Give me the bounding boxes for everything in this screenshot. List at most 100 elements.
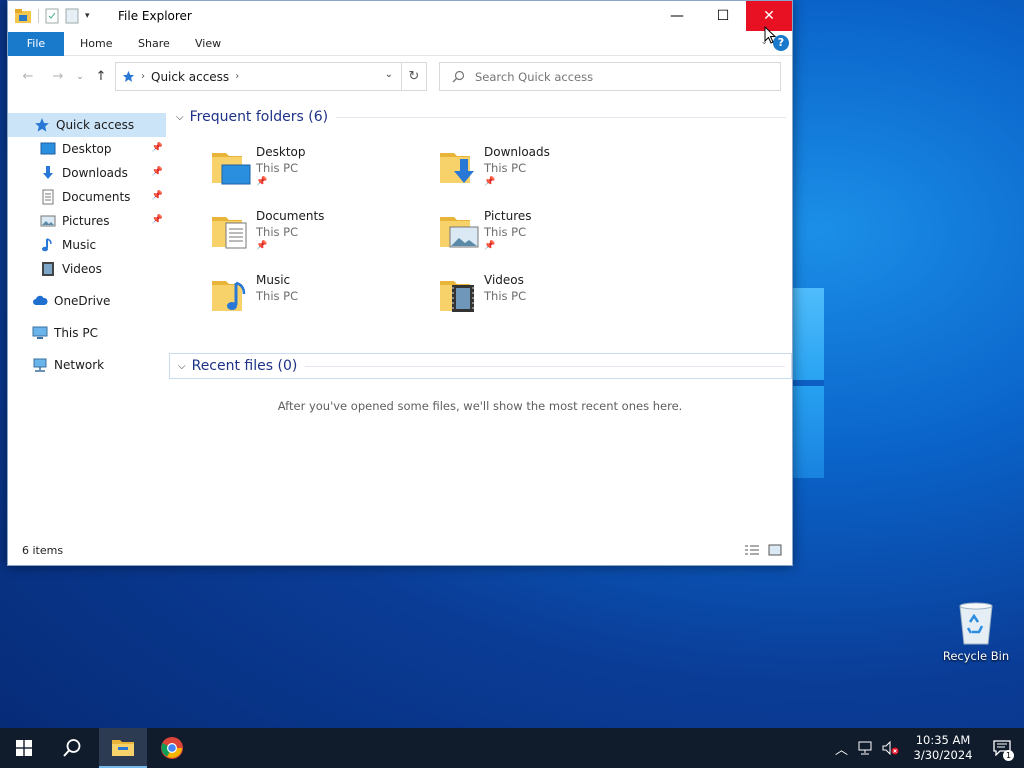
sidebar-item-this-pc[interactable]: This PC — [8, 321, 166, 345]
folder-tile-documents[interactable]: Documents This PC 📌 — [210, 209, 430, 265]
window-title: File Explorer — [118, 9, 192, 23]
sidebar-item-desktop[interactable]: Desktop 📌 — [8, 137, 166, 161]
action-center-button[interactable]: 1 — [980, 728, 1024, 768]
forward-button[interactable]: → — [48, 67, 68, 87]
folder-name: Videos — [484, 273, 524, 287]
sidebar-item-network[interactable]: Network — [8, 353, 166, 377]
maximize-button[interactable]: ☐ — [700, 1, 746, 31]
cloud-icon — [33, 295, 48, 305]
content-pane: ⌵ Frequent folders (6) Desktop This PC 📌… — [168, 101, 792, 413]
folder-tile-pictures[interactable]: Pictures This PC 📌 — [438, 209, 658, 265]
sidebar-item-music[interactable]: Music — [8, 233, 166, 257]
new-folder-icon[interactable] — [65, 8, 79, 24]
navigation-bar: ← → ⌄ ↑ › Quick access › ⌄ ↻ — [8, 61, 792, 93]
customize-qat-chevron-icon[interactable]: ▾ — [85, 11, 90, 21]
folder-tile-downloads[interactable]: Downloads This PC 📌 — [438, 145, 658, 201]
folder-tile-videos[interactable]: Videos This PC — [438, 273, 658, 329]
address-bar[interactable]: › Quick access › ⌄ — [115, 62, 402, 91]
taskbar-file-explorer[interactable] — [99, 728, 147, 768]
taskbar-search-button[interactable] — [48, 728, 96, 768]
pin-icon[interactable]: 📌 — [152, 167, 163, 177]
pin-icon[interactable]: 📌 — [152, 215, 163, 225]
start-button[interactable] — [0, 728, 48, 768]
folder-name: Desktop — [256, 145, 306, 159]
breadcrumb-separator-icon[interactable]: › — [141, 71, 145, 82]
music-folder-icon — [212, 281, 246, 311]
recycle-bin-label: Recycle Bin — [942, 649, 1010, 663]
details-view-icon[interactable] — [744, 544, 760, 556]
star-icon — [35, 118, 49, 132]
recycle-bin-icon — [959, 602, 993, 645]
search-icon — [452, 70, 465, 83]
taskbar-chrome[interactable] — [148, 728, 196, 768]
tab-home[interactable]: Home — [66, 32, 126, 56]
search-input[interactable] — [475, 69, 755, 84]
music-icon — [42, 238, 52, 252]
sidebar-item-downloads[interactable]: Downloads 📌 — [8, 161, 166, 185]
pin-icon: 📌 — [256, 241, 268, 251]
sidebar-item-quick-access[interactable]: Quick access — [8, 113, 166, 137]
breadcrumb-quick-access[interactable]: Quick access — [151, 70, 229, 84]
group-divider — [305, 365, 785, 367]
status-bar: 6 items — [8, 541, 792, 561]
address-dropdown-icon[interactable]: ⌄ — [385, 69, 393, 80]
search-box[interactable] — [439, 62, 781, 91]
pin-icon[interactable]: 📌 — [152, 143, 163, 153]
sidebar-item-label: Downloads — [62, 166, 128, 180]
navigation-pane: Quick access Desktop 📌 Downloads 📌 Docum… — [8, 113, 166, 377]
sidebar-item-label: Desktop — [62, 142, 112, 156]
picture-icon — [40, 215, 56, 227]
frequent-folders-title: Frequent folders (6) — [189, 109, 329, 125]
item-count: 6 items — [22, 544, 64, 557]
sidebar-item-documents[interactable]: Documents 📌 — [8, 185, 166, 209]
folder-name: Downloads — [484, 145, 550, 159]
view-toggles — [744, 544, 782, 556]
chrome-icon — [161, 737, 183, 759]
clock-date: 3/30/2024 — [913, 748, 973, 762]
folder-location: This PC — [256, 161, 299, 175]
tab-view[interactable]: View — [181, 32, 235, 56]
network-icon[interactable] — [858, 741, 874, 755]
volume-muted-icon[interactable] — [882, 741, 900, 755]
tab-file[interactable]: File — [8, 32, 64, 56]
breadcrumb-separator-icon[interactable]: › — [235, 71, 239, 82]
recent-files-group: ⌵ Recent files (0) — [169, 353, 792, 379]
taskbar-clock[interactable]: 10:35 AM 3/30/2024 — [906, 733, 980, 763]
mouse-cursor-icon — [764, 26, 776, 44]
folder-name: Music — [256, 273, 291, 287]
back-button[interactable]: ← — [18, 67, 38, 87]
pin-icon[interactable]: 📌 — [152, 191, 163, 201]
explorer-folder-icon — [15, 9, 31, 23]
folder-tile-desktop[interactable]: Desktop This PC 📌 — [210, 145, 430, 201]
folder-tile-music[interactable]: Music This PC — [210, 273, 430, 329]
sidebar-item-videos[interactable]: Videos — [8, 257, 166, 281]
sidebar-item-label: Quick access — [56, 118, 135, 132]
group-divider — [336, 116, 786, 118]
properties-icon[interactable] — [45, 8, 59, 24]
sidebar-item-onedrive[interactable]: OneDrive — [8, 289, 166, 313]
collapse-chevron-icon[interactable]: ⌵ — [178, 361, 186, 372]
collapse-chevron-icon[interactable]: ⌵ — [176, 112, 184, 123]
file-explorer-window: ▾ File Explorer — ☐ ✕ File Home Share Vi… — [7, 0, 793, 566]
sidebar-item-label: Network — [54, 358, 105, 372]
sidebar-item-label: Music — [62, 238, 97, 252]
search-icon — [63, 739, 81, 757]
tab-share[interactable]: Share — [124, 32, 184, 56]
up-button[interactable]: ↑ — [91, 67, 111, 87]
sidebar-item-pictures[interactable]: Pictures 📌 — [8, 209, 166, 233]
desktop-wallpaper-divider — [792, 380, 824, 386]
recent-locations-chevron-icon[interactable]: ⌄ — [70, 67, 90, 87]
frequent-folders-header[interactable]: ⌵ Frequent folders (6) — [176, 105, 792, 129]
recent-files-header[interactable]: ⌵ Recent files (0) — [178, 354, 791, 378]
show-hidden-icons-chevron-icon[interactable]: ︿ — [835, 739, 848, 758]
document-icon — [42, 189, 54, 205]
folder-grid: Desktop This PC 📌 Downloads This PC 📌 Do… — [168, 129, 792, 353]
system-tray: ︿ 10:35 AM 3/30/2024 1 — [835, 728, 1024, 768]
title-bar[interactable]: ▾ File Explorer — ☐ ✕ — [8, 1, 792, 32]
minimize-button[interactable]: — — [654, 1, 700, 31]
large-icons-view-icon[interactable] — [768, 544, 782, 556]
folder-name: Pictures — [484, 209, 532, 223]
refresh-button[interactable]: ↻ — [401, 62, 427, 91]
windows-logo-icon — [16, 740, 32, 756]
desktop-icon-recycle-bin[interactable]: Recycle Bin — [940, 600, 1012, 663]
